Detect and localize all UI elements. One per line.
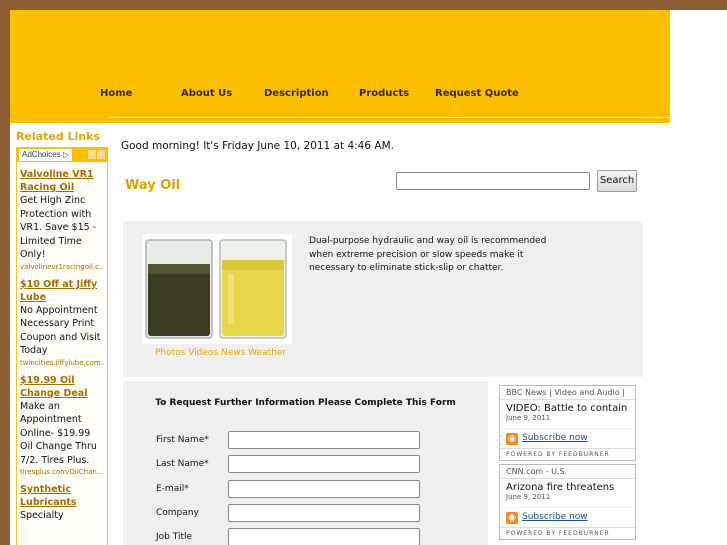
greeting-text: Good morning! It's Friday June 10, 2011 … — [121, 140, 394, 152]
ad-prev-icon[interactable]: ‹ — [88, 150, 96, 159]
main-nav: Home About Us Description Products Reque… — [10, 88, 670, 102]
page-title: Way Oil — [125, 178, 181, 193]
product-description: Dual-purpose hydraulic and way oil is re… — [309, 236, 547, 273]
page-frame: Home About Us Description Products Reque… — [10, 10, 727, 545]
subscribe-link[interactable]: Subscribe now — [522, 512, 588, 522]
ad-bar: AdChoices ▷ ‹ › — [17, 148, 107, 162]
photo-links[interactable]: Photos Videos News Weather — [155, 348, 286, 358]
feed-source[interactable]: BBC News | Video and Audio | — [500, 386, 635, 400]
product-panel: Photos Videos News Weather Dual-purpose … — [123, 221, 643, 377]
powered-by-feedburner[interactable]: POWERED BY FEEDBURNER — [500, 448, 635, 460]
ad-next-icon[interactable]: › — [97, 150, 105, 159]
ad-item: Synthetic Lubricants Specialty — [17, 477, 107, 523]
feed-date: June 9, 2011 — [506, 414, 551, 422]
job-title-field[interactable] — [228, 528, 420, 545]
ad-box: AdChoices ▷ ‹ › Valvoline VR1 Racing Oil … — [16, 147, 108, 545]
last-name-field[interactable] — [228, 455, 420, 473]
ad-body: Specialty — [20, 510, 64, 521]
ad-item: $10 Off at Jiffy Lube No Appointment Nec… — [17, 272, 107, 368]
ad-url[interactable]: valvolinevr1racingoil.c... — [20, 262, 104, 272]
cnn-feed-widget: CNN.com - U.S. Arizona fire threatens Ju… — [499, 464, 636, 540]
company-label: Company — [156, 508, 199, 518]
email-label: E-mail* — [156, 484, 189, 494]
email-field[interactable] — [228, 480, 420, 498]
search-input[interactable] — [396, 172, 590, 190]
form-title: To Request Further Information Please Co… — [155, 398, 456, 408]
ad-title-link[interactable]: $19.99 Oil Change Deal — [20, 374, 104, 400]
nav-about-us[interactable]: About Us — [181, 88, 232, 99]
nav-products[interactable]: Products — [359, 88, 409, 99]
ad-arrows: ‹ › — [87, 150, 105, 159]
request-info-form: To Request Further Information Please Co… — [123, 381, 488, 545]
ad-body: Get High Zinc Protection with VR1. Save … — [20, 195, 97, 260]
adchoices-link[interactable]: AdChoices ▷ — [19, 149, 73, 161]
search-button[interactable]: Search — [597, 170, 637, 192]
ad-body: Make an Appointment Online- $19.99 Oil C… — [20, 400, 97, 466]
ad-title-link[interactable]: Synthetic Lubricants — [20, 483, 104, 509]
sidebar-title: Related Links — [16, 130, 101, 143]
nav-home[interactable]: Home — [100, 88, 132, 99]
ad-item: Valvoline VR1 Racing Oil Get High Zinc P… — [17, 162, 107, 272]
nav-description[interactable]: Description — [264, 88, 329, 99]
feed-subscribe: ◉ Subscribe now — [500, 428, 635, 448]
related-links-sidebar: Related Links AdChoices ▷ ‹ › Valvoline V… — [16, 130, 108, 545]
feed-headline[interactable]: Arizona fire threatens — [500, 479, 635, 493]
powered-by-feedburner[interactable]: POWERED BY FEEDBURNER — [500, 527, 635, 539]
rss-icon[interactable]: ◉ — [506, 512, 518, 524]
subscribe-link[interactable]: Subscribe now — [522, 433, 588, 443]
nav-divider — [110, 117, 670, 118]
rss-icon[interactable]: ◉ — [506, 433, 518, 445]
ad-url[interactable]: tiresplus.com/OilChan... — [20, 467, 104, 477]
ad-title-link[interactable]: $10 Off at Jiffy Lube — [20, 278, 104, 304]
nav-request-quote[interactable]: Request Quote — [435, 88, 519, 99]
ad-body: No Appointment Necessary Print Coupon an… — [20, 304, 101, 357]
feed-source[interactable]: CNN.com - U.S. — [500, 465, 635, 479]
feed-headline[interactable]: VIDEO: Battle to contain — [500, 400, 635, 414]
first-name-field[interactable] — [228, 431, 420, 449]
job-title-label: Job Title — [156, 532, 193, 542]
feed-subscribe: ◉ Subscribe now — [500, 507, 635, 527]
site-header: Home About Us Description Products Reque… — [10, 10, 670, 123]
ad-url[interactable]: twincities.jiffylube.com... — [20, 358, 104, 368]
company-field[interactable] — [228, 504, 420, 522]
last-name-label: Last Name* — [156, 459, 209, 469]
feed-date: June 9, 2011 — [506, 493, 551, 501]
ad-item: $19.99 Oil Change Deal Make an Appointme… — [17, 368, 107, 478]
bbc-feed-widget: BBC News | Video and Audio | VIDEO: Batt… — [499, 385, 636, 461]
first-name-label: First Name* — [156, 435, 209, 445]
ad-title-link[interactable]: Valvoline VR1 Racing Oil — [20, 168, 104, 194]
oil-beakers-image — [142, 234, 292, 344]
